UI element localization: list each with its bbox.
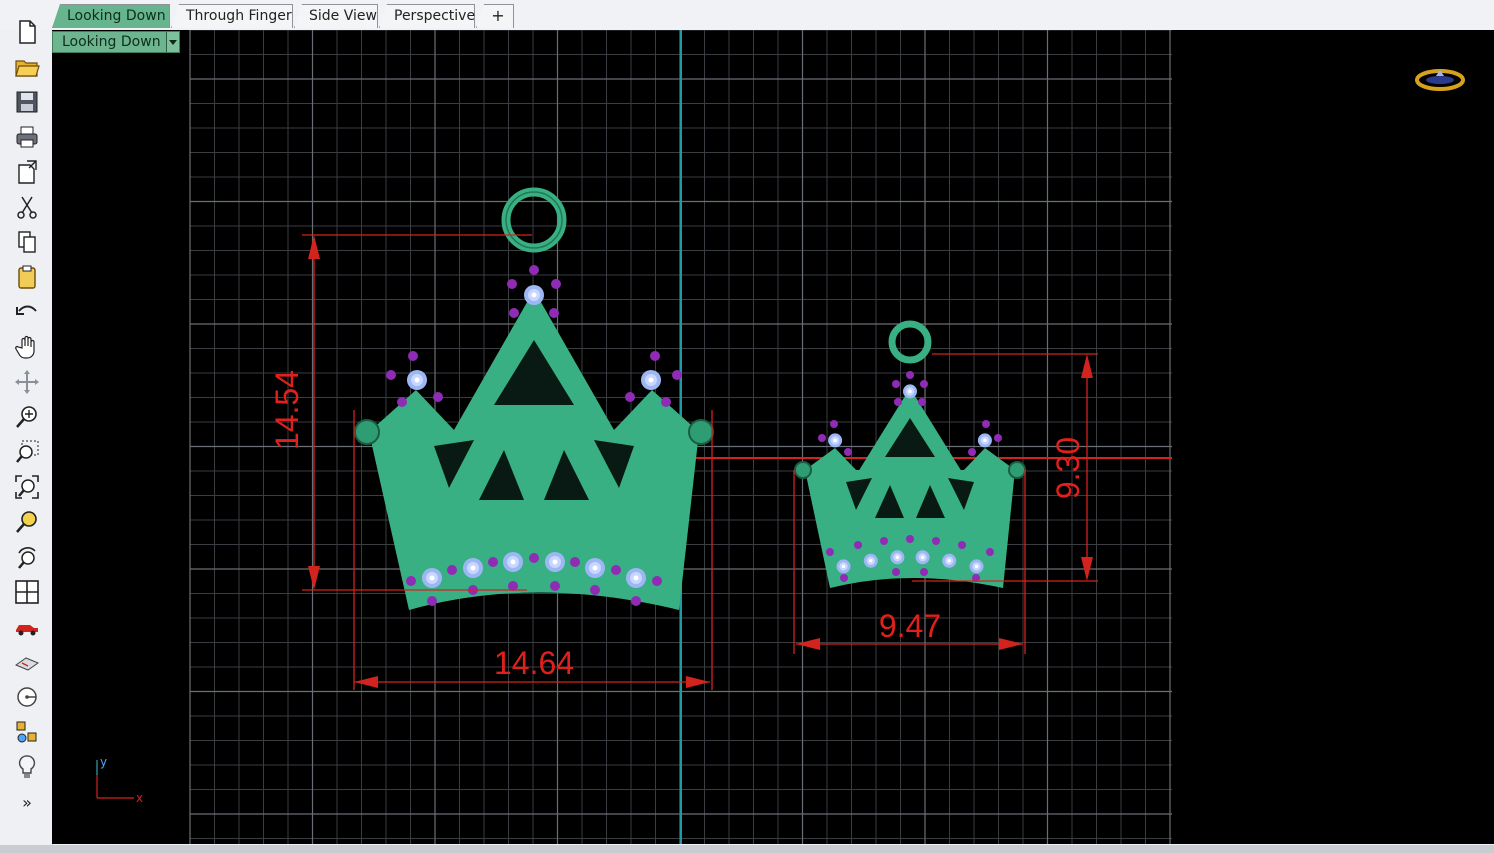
more-button[interactable]: » — [12, 787, 42, 817]
save-icon — [16, 91, 38, 113]
rotate-camera-button[interactable] — [12, 542, 42, 572]
car-button[interactable] — [12, 612, 42, 642]
zoom-extents-button[interactable] — [12, 472, 42, 502]
svg-text:x: x — [136, 791, 143, 805]
open-button[interactable] — [12, 52, 42, 82]
pan-button[interactable] — [12, 332, 42, 362]
viewport-scene: 14.54 14.64 9.30 9.47 y x — [96, 30, 1465, 844]
tab-looking-down[interactable]: Looking Down — [52, 4, 170, 28]
viewport-label-dropdown[interactable]: Looking Down — [52, 31, 180, 53]
zoom-button[interactable] — [12, 402, 42, 432]
copy-button[interactable] — [12, 227, 42, 257]
zoom-window-button[interactable] — [12, 437, 42, 467]
circle-target-button[interactable] — [12, 682, 42, 712]
viewport-looking-down[interactable]: 14.54 14.64 9.30 9.47 y x — [52, 30, 1494, 844]
import-icon — [18, 160, 37, 184]
dim-height-large: 14.54 — [269, 370, 305, 450]
crown-small[interactable] — [794, 320, 1026, 588]
four-viewports-icon — [15, 580, 39, 604]
cut-button[interactable] — [12, 192, 42, 222]
paste-button[interactable] — [12, 262, 42, 292]
left-toolbar: » — [0, 20, 53, 846]
pan-hand-icon — [15, 335, 35, 359]
copy-icon — [18, 231, 36, 253]
plane-button[interactable] — [12, 647, 42, 677]
shapes-button[interactable] — [12, 717, 42, 747]
print-icon — [16, 126, 38, 148]
paste-icon — [18, 265, 36, 289]
dim-width-small: 9.47 — [879, 608, 941, 644]
save-button[interactable] — [12, 87, 42, 117]
tab-through-finger[interactable]: Through Finger — [171, 4, 293, 28]
crown-large[interactable] — [354, 187, 714, 610]
zoom-selected-button[interactable] — [12, 507, 42, 537]
shapes-icon — [16, 721, 37, 743]
zoom-selected-icon — [16, 511, 37, 533]
tab-side-view[interactable]: Side View — [294, 4, 378, 28]
rotate-view-button[interactable] — [12, 367, 42, 397]
cut-icon — [17, 196, 37, 219]
four-viewports-button[interactable] — [12, 577, 42, 607]
import-button[interactable] — [12, 157, 42, 187]
zoom-icon — [16, 406, 37, 428]
rotate-view-icon — [15, 370, 39, 394]
lightbulb-icon — [18, 755, 36, 778]
viewport-tabs: Looking Down Through Finger Side View Pe… — [0, 0, 1494, 31]
more-icon: » — [22, 792, 32, 812]
new-file-button[interactable] — [12, 17, 42, 47]
viewport-label-text: Looking Down — [62, 34, 161, 50]
undo-icon — [16, 305, 37, 315]
print-button[interactable] — [12, 122, 42, 152]
add-tab-button[interactable]: + — [476, 4, 514, 28]
undo-button[interactable] — [12, 297, 42, 327]
new-file-icon — [19, 20, 36, 44]
svg-text:y: y — [100, 755, 107, 769]
plane-icon — [14, 657, 40, 671]
dim-width-large: 14.64 — [494, 645, 574, 681]
zoom-window-icon — [16, 440, 39, 463]
chevron-down-icon[interactable] — [166, 32, 179, 52]
zoom-extents-icon — [15, 475, 39, 499]
tab-perspective[interactable]: Perspective — [379, 4, 475, 28]
rotate-camera-icon — [18, 547, 36, 569]
ring-logo-icon — [1415, 69, 1465, 91]
bottom-border — [0, 845, 1494, 853]
axis-widget: y x — [96, 755, 143, 805]
dim-height-small: 9.30 — [1050, 437, 1086, 499]
open-folder-icon — [15, 60, 40, 77]
car-icon — [16, 625, 38, 636]
circle-target-icon — [17, 687, 37, 707]
lightbulb-button[interactable] — [12, 752, 42, 782]
